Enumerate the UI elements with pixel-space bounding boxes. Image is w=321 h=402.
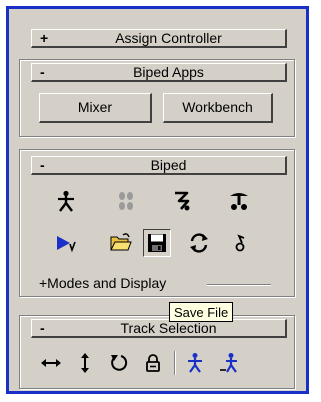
- move-vertical-icon[interactable]: [71, 349, 99, 377]
- collapse-sign: -: [40, 320, 45, 336]
- biped-rollout-header[interactable]: - Biped: [31, 156, 287, 175]
- workbench-button[interactable]: Workbench: [163, 93, 273, 123]
- buffer-icon[interactable]: [227, 229, 255, 257]
- rollout-divider: [207, 284, 271, 286]
- rollout-title: Biped Apps: [133, 64, 204, 80]
- load-fig-file-icon[interactable]: [185, 229, 213, 257]
- save-file-tooltip: Save File: [169, 302, 234, 322]
- mixer-button[interactable]: Mixer: [39, 93, 152, 123]
- toolbar-separator: [174, 351, 176, 375]
- command-panel: + Assign Controller - Biped Apps Mixer W…: [6, 6, 309, 394]
- motion-flow-mode-icon[interactable]: [168, 187, 196, 215]
- move-horizontal-icon[interactable]: [37, 349, 65, 377]
- biped-apps-rollout-header[interactable]: - Biped Apps: [31, 63, 287, 82]
- open-file-icon[interactable]: [107, 229, 135, 257]
- rollout-title: Track Selection: [120, 320, 217, 336]
- collapse-sign: -: [40, 157, 45, 173]
- figure-mode-icon[interactable]: [52, 187, 80, 215]
- select-symmetrical-icon[interactable]: [181, 349, 209, 377]
- select-opposite-icon[interactable]: [215, 349, 243, 377]
- lock-icon[interactable]: [139, 349, 167, 377]
- track-selection-rollout-header[interactable]: - Track Selection: [31, 319, 287, 338]
- save-file-icon[interactable]: [143, 229, 171, 257]
- rotate-icon[interactable]: [105, 349, 133, 377]
- collapse-sign: -: [40, 64, 45, 80]
- mixer-mode-icon[interactable]: [225, 187, 253, 215]
- footstep-mode-icon[interactable]: [112, 187, 140, 215]
- expand-sign: +: [40, 30, 49, 46]
- rollout-title: Assign Controller: [115, 30, 222, 46]
- assign-controller-rollout-header[interactable]: + Assign Controller: [31, 29, 287, 48]
- playback-icon[interactable]: [52, 229, 80, 257]
- modes-and-display-rollout[interactable]: +Modes and Display: [39, 275, 166, 291]
- rollout-title: Biped: [150, 157, 187, 173]
